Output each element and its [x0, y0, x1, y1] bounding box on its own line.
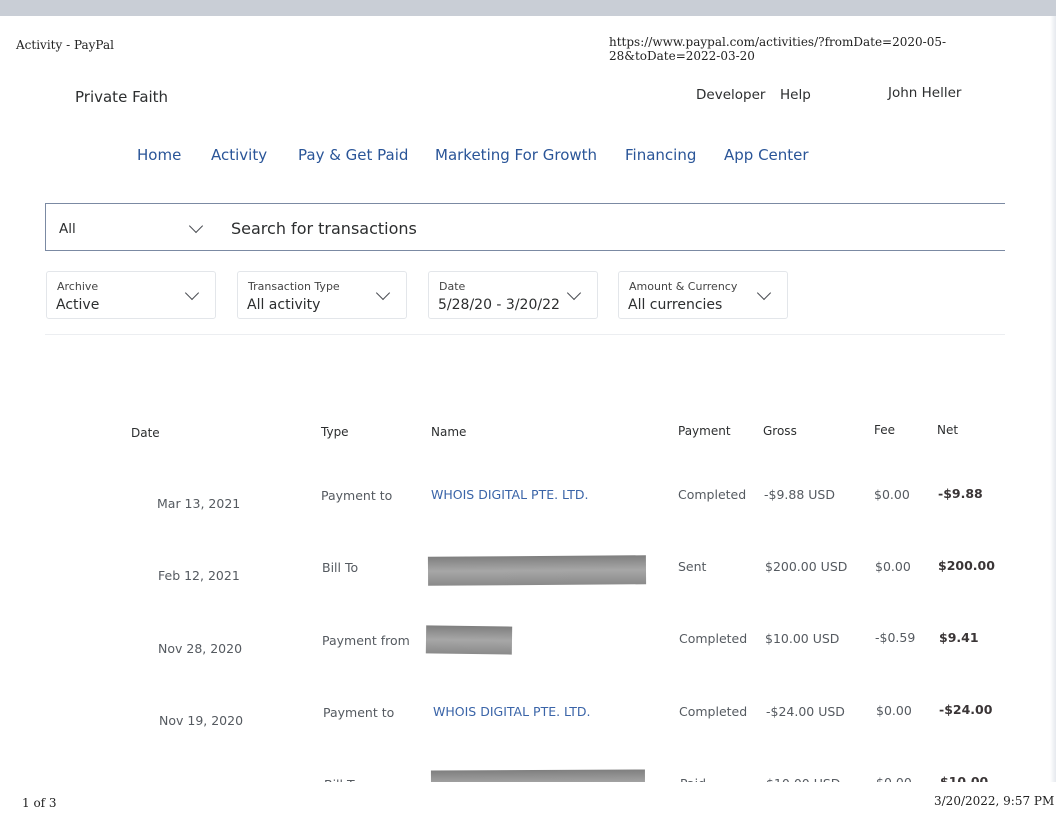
nav-marketing-for-growth[interactable]: Marketing For Growth [435, 146, 597, 164]
row-net: $200.00 [938, 558, 995, 573]
row-type: Bill To [322, 560, 359, 575]
row-name-link[interactable]: WHOIS DIGITAL PTE. LTD. [431, 487, 589, 502]
row-fee: $0.00 [875, 559, 911, 574]
filters-divider [45, 334, 1005, 335]
row-payment-status: Completed [678, 487, 747, 502]
row-net: $9.41 [939, 630, 979, 645]
filter-transaction-type-label: Transaction Type [248, 280, 340, 293]
row-gross: -$24.00 USD [766, 704, 845, 719]
row-fee: $0.00 [874, 487, 910, 502]
page-break [0, 782, 1056, 817]
page-number: 1 of 3 [22, 796, 57, 810]
row-type: Payment to [321, 488, 393, 503]
help-link[interactable]: Help [780, 87, 811, 103]
row-date: Mar 13, 2021 [157, 496, 241, 511]
row-date: Nov 19, 2020 [159, 713, 244, 728]
row-fee: $0.00 [876, 703, 912, 718]
filter-archive[interactable]: Archive Active [46, 271, 216, 319]
column-header-gross[interactable]: Gross [763, 424, 797, 438]
row-name-link[interactable]: WHOIS DIGITAL PTE. LTD. [433, 704, 591, 719]
nav-pay-and-get-paid[interactable]: Pay & Get Paid [298, 146, 408, 164]
filter-amount-currency-value: All currencies [628, 297, 723, 313]
row-net: -$24.00 [939, 702, 993, 717]
row-type: Payment from [322, 633, 410, 648]
filter-transaction-type-value: All activity [247, 297, 321, 313]
filter-amount-currency-label: Amount & Currency [629, 280, 738, 293]
row-payment-status: Completed [679, 631, 748, 646]
chevron-down-icon [375, 285, 391, 301]
column-header-fee[interactable]: Fee [874, 423, 895, 437]
chevron-down-icon [566, 285, 582, 301]
chevron-down-icon [184, 285, 200, 301]
column-header-net[interactable]: Net [937, 423, 958, 437]
filter-archive-label: Archive [57, 280, 99, 293]
filter-date-label: Date [439, 280, 466, 293]
row-payment-status: Completed [679, 704, 748, 719]
row-payment-status: Sent [678, 559, 707, 574]
print-page-url: https://www.paypal.com/activities/?fromD… [609, 35, 947, 63]
row-type: Payment to [323, 705, 395, 720]
scan-edge-top [0, 0, 1056, 16]
row-fee: -$0.59 [875, 630, 916, 645]
business-name: Private Faith [75, 88, 169, 106]
print-page-title: Activity - PayPal [16, 38, 114, 52]
row-date: Nov 28, 2020 [158, 641, 243, 656]
redacted-name [425, 625, 513, 655]
filter-date-value: 5/28/20 - 3/20/22 [438, 297, 560, 313]
redacted-name [427, 555, 647, 586]
search-bar: All Search for transactions [45, 203, 1005, 251]
row-net: -$9.88 [938, 486, 983, 501]
nav-activity[interactable]: Activity [211, 146, 267, 164]
filter-date[interactable]: Date 5/28/20 - 3/20/22 [428, 271, 598, 319]
row-gross: $10.00 USD [765, 631, 840, 646]
developer-link[interactable]: Developer [696, 87, 765, 103]
row-date: Feb 12, 2021 [158, 568, 240, 583]
search-input[interactable]: Search for transactions [231, 219, 417, 238]
nav-app-center[interactable]: App Center [724, 146, 809, 164]
chevron-down-icon [756, 285, 772, 301]
column-header-name[interactable]: Name [431, 425, 466, 439]
column-header-type[interactable]: Type [321, 425, 349, 439]
row-gross: $200.00 USD [765, 559, 848, 574]
scan-edge-right [1050, 16, 1056, 817]
nav-financing[interactable]: Financing [625, 146, 696, 164]
row-gross: -$9.88 USD [764, 487, 835, 502]
print-timestamp: 3/20/2022, 9:57 PM [934, 794, 1055, 808]
filter-amount-currency[interactable]: Amount & Currency All currencies [618, 271, 788, 319]
nav-home[interactable]: Home [137, 146, 181, 164]
column-header-date[interactable]: Date [131, 426, 160, 440]
filter-archive-value: Active [56, 297, 100, 313]
chevron-down-icon [188, 218, 204, 234]
filter-transaction-type[interactable]: Transaction Type All activity [237, 271, 407, 319]
search-category-value: All [59, 221, 76, 237]
column-header-payment[interactable]: Payment [678, 424, 731, 438]
user-menu[interactable]: John Heller [888, 85, 961, 101]
